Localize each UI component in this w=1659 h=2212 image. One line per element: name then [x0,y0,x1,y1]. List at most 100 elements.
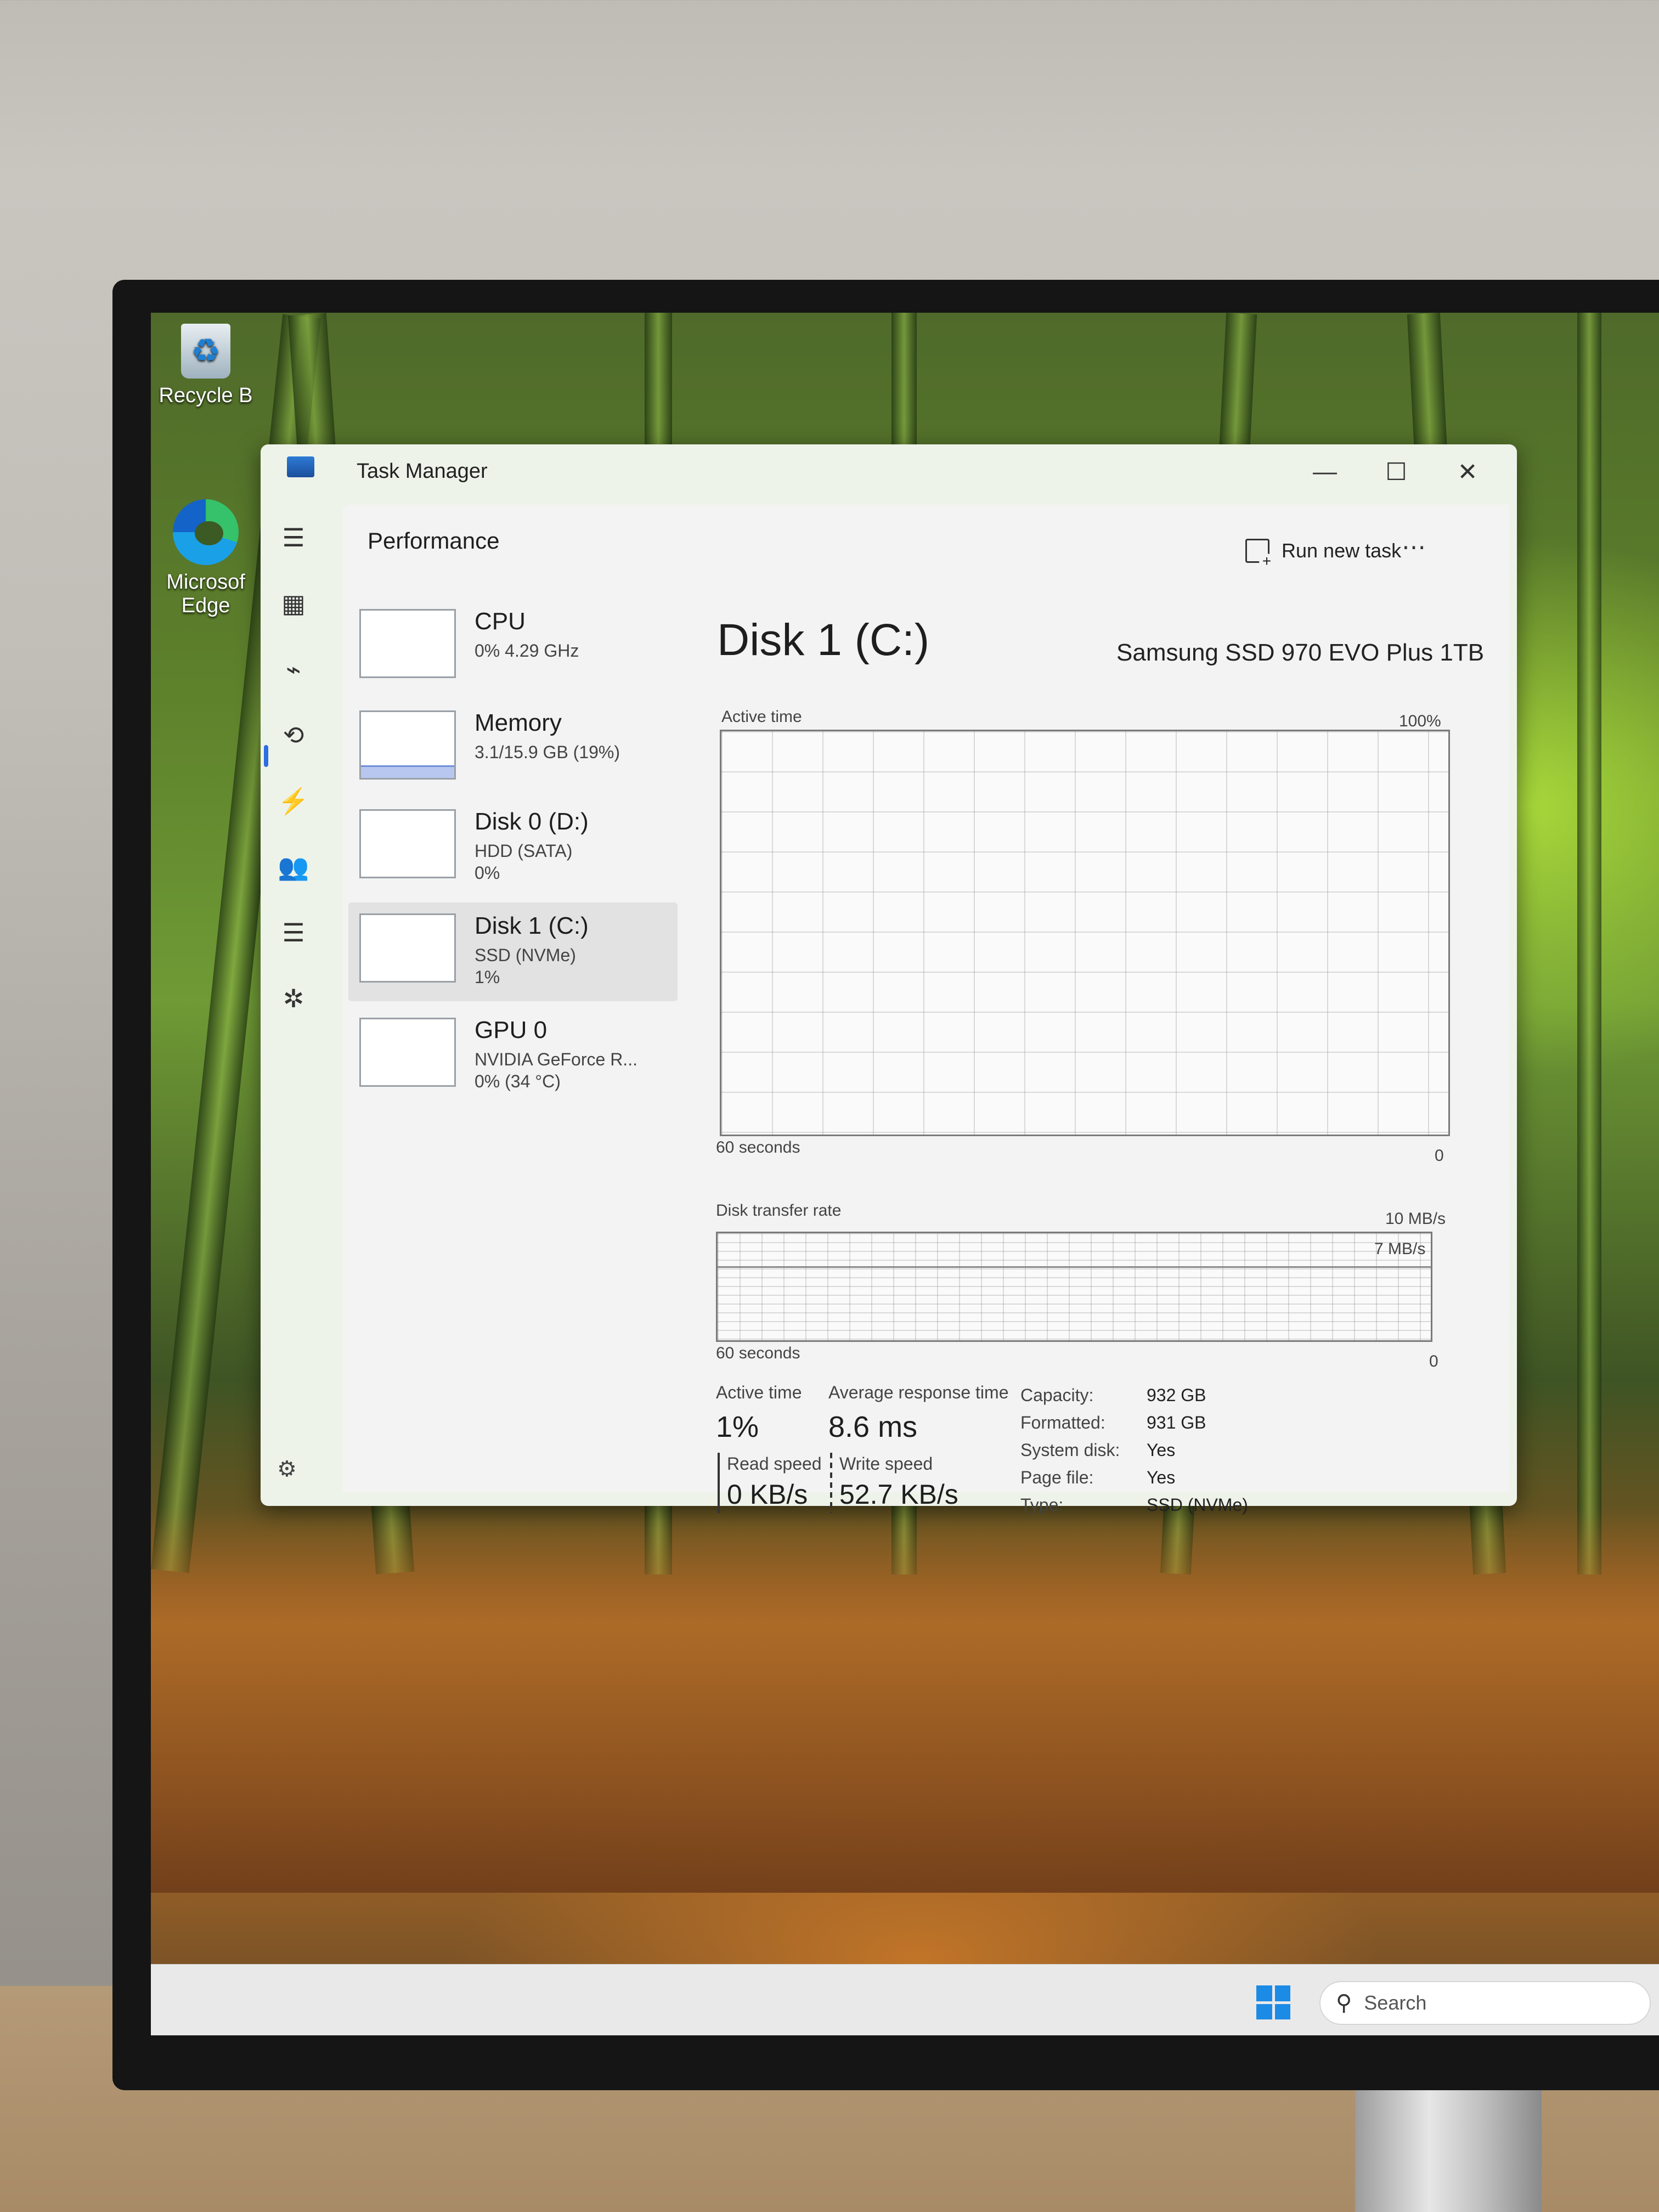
memory-thumbnail-graph [359,710,456,780]
disk1-thumbnail-graph [359,913,456,983]
startup-apps-icon[interactable]: ⚡ [277,785,310,817]
type-label: Type: [1020,1495,1064,1515]
disk-title: Disk 1 (C:) [717,615,930,665]
start-button[interactable] [1256,1985,1290,2019]
page-title: Performance [368,528,500,554]
close-button[interactable]: ✕ [1435,450,1500,494]
device-item-disk0[interactable]: Disk 0 (D:) HDD (SATA) 0% [348,798,678,897]
device-usage: 1% [475,967,500,987]
transfer-rate-scale-label: 7 MB/s [1374,1240,1426,1258]
transfer-rate-scale-line [718,1266,1431,1268]
minimize-button[interactable]: — [1292,450,1358,494]
run-task-icon [1245,539,1274,569]
services-icon[interactable]: ✲ [277,982,310,1015]
device-name: GPU 0 [475,1017,548,1043]
device-subtext: HDD (SATA) [475,841,573,861]
wallpaper-bamboo [1577,313,1601,1575]
device-item-memory[interactable]: Memory 3.1/15.9 GB (19%) [348,699,678,798]
task-manager-window: Task Manager — ☐ ✕ ☰ ▦ ⌁ ⟲ ⚡ 👥 ☰ ✲ ⚙ Per… [261,444,1517,1515]
performance-pane: Performance Run new task ⋯ CPU 0% 4.29 G… [343,505,1509,1515]
active-nav-indicator [264,745,268,767]
read-speed-value: 0 KB/s [727,1479,808,1510]
windows-logo-icon [1274,1985,1290,2001]
device-name: Disk 1 (C:) [475,912,589,939]
device-subtext: 0% 4.29 GHz [475,641,579,661]
more-options-button[interactable]: ⋯ [1402,533,1426,561]
active-time-graph-xleft: 60 seconds [716,1138,800,1156]
hamburger-icon[interactable]: ☰ [277,521,310,554]
device-name: CPU [475,608,526,635]
device-subtext: SSD (NVMe) [475,945,576,965]
device-name: Memory [475,709,562,736]
avg-response-label: Average response time [828,1383,1009,1402]
windows-logo-icon [1274,2004,1290,2019]
transfer-rate-graph-xleft: 60 seconds [716,1344,800,1362]
taskbar-search-box[interactable]: ⚲ Search [1319,1981,1651,2025]
edge-label-line2: Edge [181,594,230,617]
title-bar[interactable]: Task Manager — ☐ ✕ [261,444,1517,505]
system-disk-value: Yes [1147,1440,1176,1460]
avg-response-value: 8.6 ms [828,1410,918,1443]
run-new-task-button[interactable]: Run new task [1245,539,1402,569]
transfer-rate-graph [716,1232,1432,1342]
device-subtext: 3.1/15.9 GB (19%) [475,742,620,762]
edge-icon [173,499,239,565]
monitor-stand [1355,2079,1542,2212]
desktop-screen: ♻ Recycle B Microsof Edge Task Manager —… [151,313,1659,2035]
active-time-graph-label: Active time [721,708,802,726]
windows-logo-icon [1256,1985,1272,2001]
write-speed-label: Write speed [839,1454,933,1474]
settings-icon[interactable]: ⚙ [277,1457,297,1482]
gpu-thumbnail-graph [359,1018,456,1087]
transfer-rate-graph-xright: 0 [1429,1352,1438,1370]
page-file-value: Yes [1147,1468,1176,1487]
read-speed-label: Read speed [727,1454,822,1474]
active-time-graph [720,730,1450,1136]
navigation-rail: ☰ ▦ ⌁ ⟲ ⚡ 👥 ☰ ✲ ⚙ [261,505,337,1506]
details-icon[interactable]: ☰ [277,916,310,949]
active-time-graph-xright: 0 [1435,1147,1444,1165]
device-subtext: NVIDIA GeForce R... [475,1049,637,1069]
edge-label-line1: Microsof [166,571,245,594]
device-item-gpu0[interactable]: GPU 0 NVIDIA GeForce R... 0% (34 °C) [348,1007,678,1105]
recycle-bin-label: Recycle B [159,384,253,407]
cpu-thumbnail-graph [359,609,456,678]
type-value: SSD (NVMe) [1147,1495,1248,1515]
formatted-label: Formatted: [1020,1413,1105,1432]
page-file-label: Page file: [1020,1468,1094,1487]
taskbar: ⚲ Search [151,1964,1659,2035]
search-placeholder: Search [1364,1991,1427,2014]
task-manager-app-icon [287,456,314,477]
users-icon[interactable]: 👥 [277,850,310,883]
device-item-disk1[interactable]: Disk 1 (C:) SSD (NVMe) 1% [348,902,678,1001]
search-icon: ⚲ [1336,1991,1352,2015]
transfer-rate-graph-label: Disk transfer rate [716,1201,842,1220]
device-usage: 0% (34 °C) [475,1071,561,1091]
write-speed-indicator [830,1453,832,1513]
system-disk-label: System disk: [1020,1440,1120,1460]
window-title: Task Manager [357,460,488,483]
windows-logo-icon [1256,2004,1272,2019]
device-item-cpu[interactable]: CPU 0% 4.29 GHz [348,598,678,697]
processes-icon[interactable]: ▦ [277,587,310,620]
transfer-rate-graph-max: 10 MB/s [1385,1210,1446,1228]
edge-shortcut[interactable]: Microsof Edge [156,499,255,618]
active-time-stat-value: 1% [716,1410,759,1443]
capacity-label: Capacity: [1020,1385,1094,1405]
device-name: Disk 0 (D:) [475,808,589,835]
wallpaper-grass [151,1509,1659,1893]
performance-icon[interactable]: ⌁ [277,653,310,686]
recycle-bin-shortcut[interactable]: ♻ Recycle B [156,324,255,408]
disk-model: Samsung SSD 970 EVO Plus 1TB [1116,639,1485,666]
capacity-value: 932 GB [1147,1385,1206,1405]
disk0-thumbnail-graph [359,809,456,878]
active-time-stat-label: Active time [716,1383,802,1402]
app-history-icon[interactable]: ⟲ [277,719,310,752]
formatted-value: 931 GB [1147,1413,1206,1432]
maximize-button[interactable]: ☐ [1363,450,1429,494]
read-speed-indicator [718,1453,720,1513]
active-time-graph-max: 100% [1399,712,1441,730]
run-new-task-label: Run new task [1282,539,1402,562]
device-usage: 0% [475,863,500,883]
recycle-bin-icon: ♻ [181,324,230,379]
